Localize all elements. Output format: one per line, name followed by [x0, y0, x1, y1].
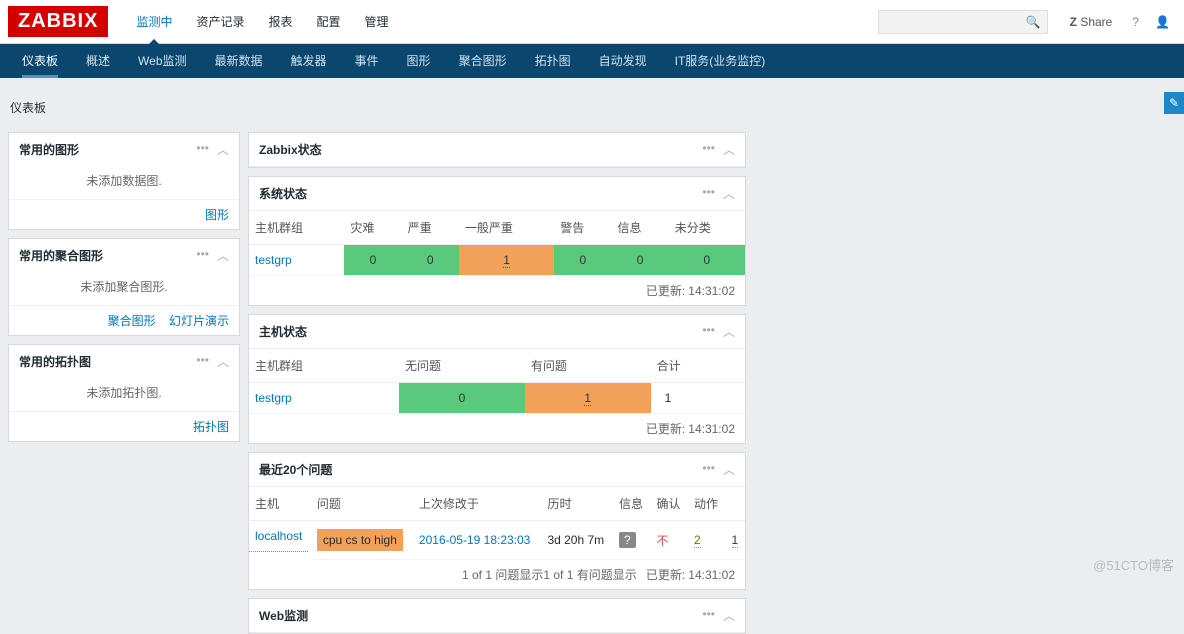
collapse-icon[interactable]: ︿: [217, 247, 229, 264]
empty-text: 未添加数据图.: [9, 166, 239, 199]
subnav-itservices[interactable]: IT服务(业务监控): [675, 44, 766, 78]
search-input[interactable]: 🔍: [878, 10, 1048, 34]
changed-link[interactable]: 2016-05-19 18:23:03: [413, 521, 542, 560]
widget-fav-maps: 常用的拓扑图 ••• ︿ 未添加拓扑图. 拓扑图: [8, 344, 240, 442]
menu-icon[interactable]: •••: [196, 141, 209, 158]
collapse-icon[interactable]: ︿: [217, 353, 229, 370]
subnav-events[interactable]: 事件: [355, 44, 379, 78]
menu-icon[interactable]: •••: [702, 607, 715, 624]
hostgroup-link[interactable]: testgrp: [249, 383, 399, 414]
widget-title: 主机状态: [259, 323, 702, 340]
link-maps[interactable]: 拓扑图: [193, 420, 229, 434]
widget-host-status: 主机状态 •••︿ 主机群组 无问题 有问题 合计 testgrp 0 1 1 …: [248, 314, 746, 444]
updated-text: 已更新: 14:31:02: [249, 276, 745, 305]
nav-inventory[interactable]: 资产记录: [196, 0, 244, 44]
actions-count[interactable]: 2: [694, 533, 701, 548]
menu-icon[interactable]: •••: [196, 353, 209, 370]
nav-reports[interactable]: 报表: [268, 0, 292, 44]
subnav-screens[interactable]: 聚合图形: [459, 44, 507, 78]
collapse-icon[interactable]: ︿: [723, 185, 735, 202]
widget-title: 系统状态: [259, 185, 702, 202]
widget-title: 常用的图形: [19, 141, 196, 158]
collapse-icon[interactable]: ︿: [723, 323, 735, 340]
widget-title: 最近20个问题: [259, 461, 702, 478]
edit-dashboard-button[interactable]: ✎: [1164, 92, 1184, 114]
collapse-icon[interactable]: ︿: [723, 461, 735, 478]
system-status-table: 主机群组 灾难 严重 一般严重 警告 信息 未分类 testgrp 0 0 1 …: [249, 211, 745, 276]
nav-monitoring[interactable]: 监测中: [136, 0, 172, 44]
table-row: testgrp 0 1 1: [249, 383, 745, 414]
info-icon: ?: [619, 532, 636, 548]
widget-system-status: 系统状态 ••• ︿ 主机群组 灾难 严重 一般严重 警告 信息 未分类 test…: [248, 176, 746, 306]
subnav-web[interactable]: Web监测: [138, 44, 186, 78]
share-button[interactable]: Z Share: [1070, 15, 1113, 29]
help-button[interactable]: ?: [1132, 15, 1139, 29]
top-nav: ZABBIX 监测中 资产记录 报表 配置 管理 🔍 Z Share ? 👤: [0, 0, 1184, 44]
user-icon[interactable]: 👤: [1155, 15, 1170, 29]
menu-icon[interactable]: •••: [702, 323, 715, 340]
link-screens[interactable]: 聚合图形: [108, 314, 156, 328]
menu-icon[interactable]: •••: [196, 247, 209, 264]
search-icon: 🔍: [1026, 15, 1041, 29]
ack-link[interactable]: 不: [657, 534, 669, 548]
widget-title: 常用的聚合图形: [19, 247, 196, 264]
menu-icon[interactable]: •••: [702, 141, 715, 158]
widget-title: Zabbix状态: [259, 141, 702, 158]
recent-problems-table: 主机 问题 上次修改于 历时 信息 确认 动作 localhost cpu cs…: [249, 487, 745, 560]
subnav-latest[interactable]: 最新数据: [215, 44, 263, 78]
widget-recent-problems: 最近20个问题 ••• ︿ 主机 问题 上次修改于 历时 信息 确认 动作 loc…: [248, 452, 746, 590]
subnav-graphs[interactable]: 图形: [407, 44, 431, 78]
widget-title: Web监测: [259, 607, 702, 624]
widget-zabbix-status: Zabbix状态 ••• ︿: [248, 132, 746, 168]
link-slideshow[interactable]: 幻灯片演示: [169, 314, 229, 328]
nav-configuration[interactable]: 配置: [317, 0, 341, 44]
updated-text: 已更新: 14:31:02: [249, 414, 745, 443]
page-title: 仪表板 ✎: [0, 78, 1184, 132]
subnav-dashboard[interactable]: 仪表板: [22, 44, 58, 78]
collapse-icon[interactable]: ︿: [723, 141, 735, 158]
widget-web-monitoring: Web监测 ••• ︿: [248, 598, 746, 634]
footer-text: 1 of 1 问题显示1 of 1 有问题显示 已更新: 14:31:02: [249, 560, 745, 589]
table-row: localhost cpu cs to high 2016-05-19 18:2…: [249, 521, 745, 560]
collapse-icon[interactable]: ︿: [723, 607, 735, 624]
subnav-overview[interactable]: 概述: [86, 44, 110, 78]
widget-fav-screens: 常用的聚合图形 ••• ︿ 未添加聚合图形. 聚合图形 幻灯片演示: [8, 238, 240, 336]
subnav-maps[interactable]: 拓扑图: [535, 44, 571, 78]
host-link[interactable]: localhost: [249, 521, 308, 552]
subnav-triggers[interactable]: 触发器: [291, 44, 327, 78]
menu-icon[interactable]: •••: [702, 461, 715, 478]
watermark: @51CTO博客: [1093, 555, 1174, 574]
logo[interactable]: ZABBIX: [8, 6, 108, 37]
subnav-discovery[interactable]: 自动发现: [599, 44, 647, 78]
nav-administration[interactable]: 管理: [365, 0, 389, 44]
dashboard: 常用的图形 ••• ︿ 未添加数据图. 图形 常用的聚合图形 ••• ︿ 未添加聚合…: [0, 132, 1184, 634]
menu-icon[interactable]: •••: [702, 185, 715, 202]
link-graphs[interactable]: 图形: [205, 208, 229, 222]
hostgroup-link[interactable]: testgrp: [249, 245, 344, 276]
problem-badge: cpu cs to high: [317, 529, 403, 551]
empty-text: 未添加聚合图形.: [9, 272, 239, 305]
widget-fav-graphs: 常用的图形 ••• ︿ 未添加数据图. 图形: [8, 132, 240, 230]
empty-text: 未添加拓扑图.: [9, 378, 239, 411]
table-row: testgrp 0 0 1 0 0 0: [249, 245, 745, 276]
event-count[interactable]: 1: [732, 533, 739, 548]
widget-title: 常用的拓扑图: [19, 353, 196, 370]
collapse-icon[interactable]: ︿: [217, 141, 229, 158]
sub-nav: 仪表板 概述 Web监测 最新数据 触发器 事件 图形 聚合图形 拓扑图 自动发…: [0, 44, 1184, 78]
host-status-table: 主机群组 无问题 有问题 合计 testgrp 0 1 1: [249, 349, 745, 414]
